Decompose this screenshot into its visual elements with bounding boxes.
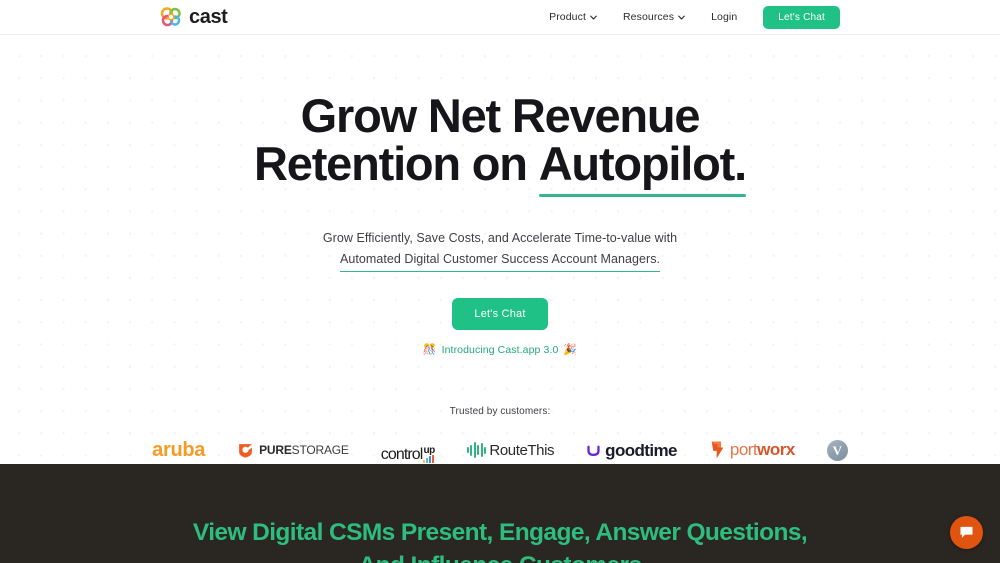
- brand-wordmark: cast: [189, 6, 228, 28]
- aruba-wordmark: aruba: [152, 439, 206, 461]
- customer-logo-portworx: portworx: [709, 437, 795, 463]
- controlup-word-control: control: [380, 446, 424, 463]
- headline-underlined-word: Autopilot.: [538, 137, 747, 197]
- controlup-word-up: up: [423, 445, 435, 456]
- controlup-up-stack: up: [423, 445, 435, 463]
- portworx-wordmark: portworx: [730, 441, 795, 459]
- headline-line-1: Grow Net Revenue: [300, 89, 701, 142]
- chat-widget-button[interactable]: [950, 516, 983, 549]
- trusted-by-section: Trusted by customers: aruba PURESTORAGE …: [0, 406, 1000, 463]
- nav-item-product[interactable]: Product: [549, 11, 597, 23]
- purestorage-shield-icon: [239, 443, 252, 458]
- trusted-by-label: Trusted by customers:: [449, 406, 551, 417]
- header-lets-chat-button[interactable]: Let's Chat: [763, 5, 840, 29]
- party-popper-left-icon: 🎊: [422, 343, 437, 356]
- announcement-link[interactable]: 🎊 Introducing Cast.app 3.0 🎉: [0, 344, 1000, 356]
- party-popper-right-icon: 🎉: [563, 343, 578, 356]
- announcement-text: Introducing Cast.app 3.0: [441, 344, 559, 356]
- purestorage-wordmark: PURESTORAGE: [259, 442, 349, 458]
- dark-heading-line-2: And Influence Customers: [359, 552, 643, 563]
- nav-item-resources[interactable]: Resources: [623, 11, 685, 23]
- purestorage-word-storage: STORAGE: [291, 443, 349, 457]
- purestorage-word-pure: PURE: [259, 443, 292, 457]
- dark-heading-line-1: View Digital CSMs Present, Engage, Answe…: [192, 519, 808, 546]
- portworx-word-port: port: [729, 440, 758, 459]
- chevron-down-icon: [590, 15, 597, 20]
- portworx-word-worx: worx: [757, 440, 795, 459]
- dark-feature-section: View Digital CSMs Present, Engage, Answe…: [0, 464, 1000, 563]
- hero-subheading: Grow Efficiently, Save Costs, and Accele…: [0, 228, 1000, 273]
- chat-bubble-icon: [960, 526, 973, 538]
- nav-item-product-label: Product: [549, 11, 586, 23]
- page-title: Grow Net Revenue Retention on Autopilot.: [0, 89, 1000, 197]
- v-badge-letter: V: [826, 439, 848, 461]
- portworx-arrow-icon: [711, 441, 724, 459]
- dark-section-heading: View Digital CSMs Present, Engage, Answe…: [0, 464, 1000, 563]
- customer-logo-aruba: aruba: [152, 437, 205, 463]
- hero-content: Grow Net Revenue Retention on Autopilot.…: [0, 35, 1000, 463]
- controlup-bars-icon: [423, 455, 435, 463]
- customer-logo-controlup: control up: [381, 437, 435, 463]
- main-navigation: Product Resources Login Let's Chat: [549, 5, 840, 29]
- headline-line-2-prefix: Retention on: [254, 137, 539, 190]
- nav-item-login[interactable]: Login: [711, 11, 737, 23]
- hero-lets-chat-button[interactable]: Let's Chat: [452, 298, 548, 330]
- brand-logo-link[interactable]: cast: [160, 6, 228, 28]
- routethis-wordmark: RouteThis: [489, 441, 555, 459]
- nav-item-resources-label: Resources: [622, 11, 675, 23]
- chevron-down-icon: [678, 15, 685, 20]
- customer-logo-purestorage: PURESTORAGE: [237, 437, 349, 463]
- hero-section: Grow Net Revenue Retention on Autopilot.…: [0, 35, 1000, 464]
- customer-logo-row: aruba PURESTORAGE control up RouteThis g…: [0, 437, 1000, 463]
- routethis-waveform-icon: [466, 442, 487, 458]
- nav-item-login-label: Login: [711, 11, 738, 23]
- site-header: cast Product Resources Login Let's Chat: [0, 0, 1000, 35]
- cast-rings-logo-icon: [160, 7, 181, 27]
- subhead-line-1: Grow Efficiently, Save Costs, and Accele…: [322, 231, 678, 245]
- goodtime-wordmark: goodtime: [605, 440, 677, 460]
- landing-page: cast Product Resources Login Let's Chat: [0, 0, 1000, 563]
- subhead-line-2-underlined: Automated Digital Customer Success Accou…: [339, 249, 661, 273]
- customer-logo-goodtime: goodtime: [586, 437, 677, 463]
- customer-logo-routethis: RouteThis: [466, 437, 555, 463]
- customer-logo-v-badge: V: [826, 437, 848, 463]
- goodtime-arc-icon: [587, 445, 600, 456]
